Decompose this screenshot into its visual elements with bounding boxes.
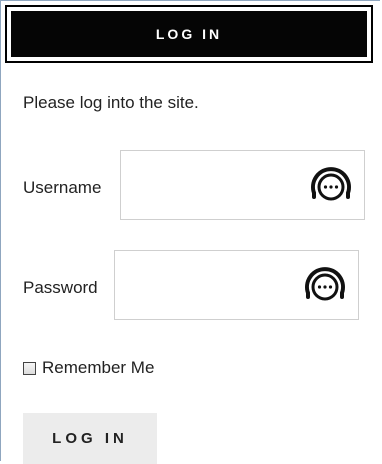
username-field[interactable] [120, 150, 365, 220]
remember-me-checkbox[interactable] [23, 361, 36, 375]
login-button[interactable]: LOG IN [23, 413, 157, 464]
remember-me-row[interactable]: Remember Me [23, 358, 154, 378]
password-field[interactable] [114, 250, 359, 320]
password-label: Password [23, 278, 98, 297]
login-header: LOG IN [5, 5, 373, 63]
remember-me-label[interactable]: Remember Me [42, 358, 154, 378]
username-label: Username [23, 178, 102, 197]
password-manager-icon[interactable] [308, 163, 354, 209]
password-manager-icon[interactable] [302, 263, 348, 309]
login-intro-text: Please log into the site. [23, 93, 199, 112]
login-title: LOG IN [11, 11, 367, 57]
login-widget: LOG IN Please log into the site. Usernam… [0, 0, 380, 464]
